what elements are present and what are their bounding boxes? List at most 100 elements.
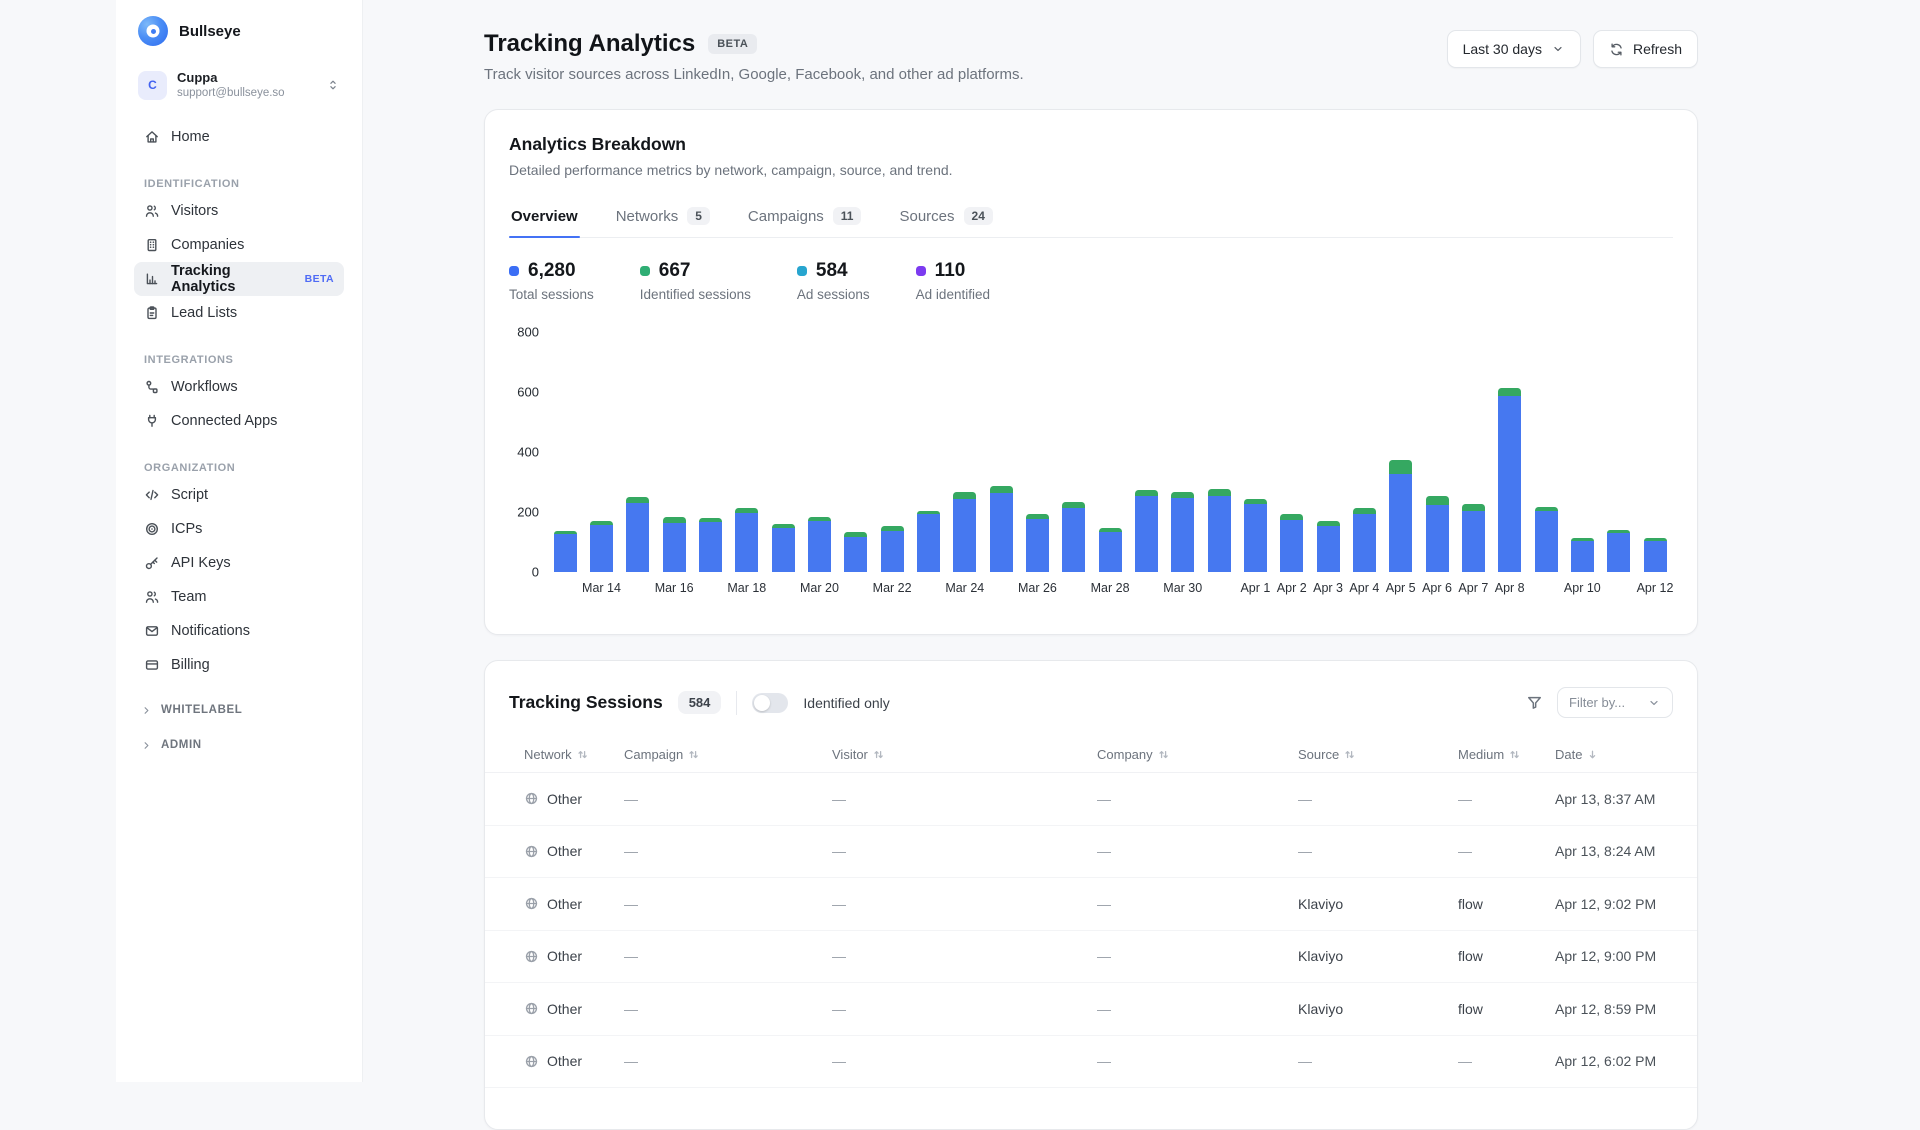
table-row[interactable]: Other—————Apr 12, 6:02 PM: [485, 1036, 1697, 1089]
stat-label: Identified sessions: [640, 287, 751, 302]
chart-bar-mar-31: [1201, 332, 1237, 572]
sidebar-group-whitelabel[interactable]: WHITELABEL: [134, 704, 344, 717]
cell-visitor: —: [832, 843, 1097, 859]
key-icon: [144, 555, 160, 571]
filter-by-placeholder: Filter by...: [1569, 695, 1625, 710]
date-range-select[interactable]: Last 30 days: [1447, 30, 1581, 68]
sidebar-item-home[interactable]: Home: [134, 120, 344, 154]
nav-section-label: IDENTIFICATION: [134, 178, 344, 190]
column-header-medium[interactable]: Medium: [1458, 747, 1555, 762]
cell-medium: flow: [1458, 1001, 1555, 1017]
tab-count-badge: 5: [687, 207, 710, 225]
x-tick-label: Apr 5: [1386, 581, 1416, 595]
column-label: Network: [524, 747, 572, 762]
chart-bar-apr-11: [1601, 332, 1637, 572]
sidebar-beta-badge: BETA: [305, 273, 334, 285]
sort-both-icon: [1344, 749, 1355, 760]
tab-overview[interactable]: Overview: [509, 198, 580, 237]
sort-desc-icon: [1587, 749, 1598, 760]
tracking-sessions-card: Tracking Sessions 584 Identified only Fi…: [484, 660, 1698, 1130]
chart-bar-mar-27: [1056, 332, 1092, 572]
cell-visitor: —: [832, 896, 1097, 912]
stat-label: Total sessions: [509, 287, 594, 302]
page-title: Tracking Analytics: [484, 30, 695, 58]
table-row[interactable]: Other———KlaviyoflowApr 12, 8:59 PM: [485, 983, 1697, 1036]
identified-only-toggle[interactable]: [752, 693, 788, 713]
nav-section-label: ORGANIZATION: [134, 462, 344, 474]
bullseye-logo-icon: [138, 16, 168, 46]
sidebar-item-workflows[interactable]: Workflows: [134, 370, 344, 404]
tab-campaigns[interactable]: Campaigns11: [746, 198, 864, 237]
column-header-visitor[interactable]: Visitor: [832, 747, 1097, 762]
chevron-right-icon: [140, 704, 153, 717]
identified-only-label: Identified only: [803, 695, 889, 711]
tab-sources[interactable]: Sources 24: [897, 198, 994, 237]
sort-both-icon: [873, 749, 884, 760]
stat-value: 667: [659, 260, 691, 282]
filter-funnel-icon[interactable]: [1526, 694, 1543, 711]
bar-sessions-segment: [1353, 514, 1376, 573]
sessions-count-badge: 584: [678, 691, 722, 714]
bar-sessions-segment: [953, 499, 976, 572]
sidebar-group-admin[interactable]: ADMIN: [134, 739, 344, 752]
refresh-button[interactable]: Refresh: [1593, 30, 1698, 68]
filter-by-select[interactable]: Filter by...: [1557, 687, 1673, 718]
cell-medium: —: [1458, 843, 1555, 859]
sidebar-item-icps[interactable]: ICPs: [134, 512, 344, 546]
analytics-tabs: Overview Networks5 Campaigns11 Sources 24: [509, 198, 1673, 238]
cell-company: —: [1097, 843, 1298, 859]
chart-bar-apr-6: [1419, 332, 1455, 572]
column-header-campaign[interactable]: Campaign: [624, 747, 832, 762]
chart-bar-apr-10: [1564, 332, 1600, 572]
cell-source: —: [1298, 843, 1458, 859]
table-row[interactable]: Other—————Apr 13, 8:24 AM: [485, 826, 1697, 879]
sidebar-group-label: WHITELABEL: [161, 704, 242, 716]
cell-source: —: [1298, 791, 1458, 807]
cell-company: —: [1097, 1053, 1298, 1069]
sidebar-item-label: Connected Apps: [171, 413, 277, 429]
column-header-date[interactable]: Date: [1555, 747, 1673, 762]
sidebar-item-tracking-analytics[interactable]: Tracking AnalyticsBETA: [134, 262, 344, 296]
workspace-switcher[interactable]: C Cuppa support@bullseye.so: [134, 65, 344, 106]
sidebar-item-connected-apps[interactable]: Connected Apps: [134, 404, 344, 438]
tab-count-badge: 24: [964, 207, 993, 225]
sidebar-item-script[interactable]: Script: [134, 478, 344, 512]
table-row[interactable]: Other—————Apr 13, 8:37 AM: [485, 773, 1697, 826]
tab-label: Sources: [899, 208, 954, 225]
chart-plot: [547, 332, 1673, 572]
cell-company: —: [1097, 791, 1298, 807]
globe-icon: [524, 896, 539, 911]
chart-bar-mar-13: [547, 332, 583, 572]
chevron-down-icon: [1551, 42, 1565, 56]
column-label: Company: [1097, 747, 1153, 762]
x-tick-label: Apr 8: [1495, 581, 1525, 595]
analytics-card-title: Analytics Breakdown: [509, 134, 1673, 155]
sidebar-item-api-keys[interactable]: API Keys: [134, 546, 344, 580]
column-header-company[interactable]: Company: [1097, 747, 1298, 762]
bar-identified-segment: [1462, 504, 1485, 512]
sidebar-item-companies[interactable]: Companies: [134, 228, 344, 262]
cell-network: Other: [524, 948, 624, 964]
tab-networks[interactable]: Networks5: [614, 198, 712, 237]
sidebar-item-team[interactable]: Team: [134, 580, 344, 614]
chart-bar-mar-26: [1019, 332, 1055, 572]
sidebar-item-visitors[interactable]: Visitors: [134, 194, 344, 228]
sidebar-item-billing[interactable]: Billing: [134, 648, 344, 682]
cell-medium: flow: [1458, 896, 1555, 912]
chart-bar-mar-29: [1128, 332, 1164, 572]
refresh-label: Refresh: [1633, 41, 1682, 57]
column-header-network[interactable]: Network: [524, 747, 624, 762]
column-label: Source: [1298, 747, 1339, 762]
team-icon: [144, 589, 160, 605]
bar-sessions-segment: [772, 528, 795, 572]
y-tick-label: 200: [517, 505, 539, 520]
cell-medium: —: [1458, 791, 1555, 807]
sidebar-item-notifications[interactable]: Notifications: [134, 614, 344, 648]
bar-sessions-segment: [1062, 508, 1085, 573]
table-row[interactable]: Other———KlaviyoflowApr 12, 9:00 PM: [485, 931, 1697, 984]
chart-bar-mar-20: [801, 332, 837, 572]
cell-date: Apr 12, 9:02 PM: [1555, 896, 1673, 912]
table-row[interactable]: Other———KlaviyoflowApr 12, 9:02 PM: [485, 878, 1697, 931]
column-header-source[interactable]: Source: [1298, 747, 1458, 762]
sidebar-item-lead-lists[interactable]: Lead Lists: [134, 296, 344, 330]
